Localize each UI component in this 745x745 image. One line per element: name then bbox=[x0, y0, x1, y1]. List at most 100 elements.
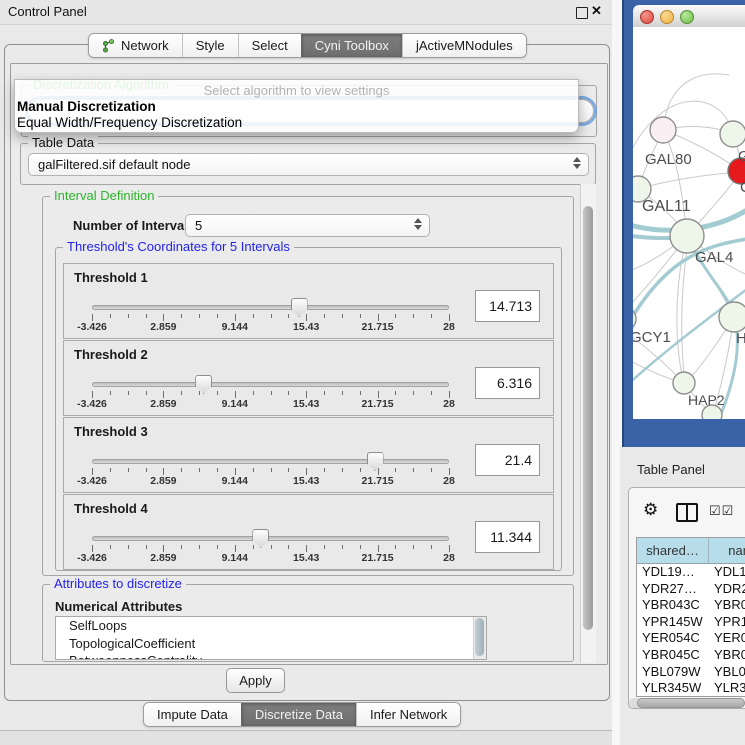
close-traffic-light[interactable] bbox=[640, 10, 654, 24]
number-of-intervals-label: Number of Intervals bbox=[73, 218, 195, 233]
tab-impute-data[interactable]: Impute Data bbox=[144, 703, 241, 726]
table-row[interactable]: YBR043CYBR0 bbox=[637, 597, 745, 614]
threshold-value-input[interactable]: 6.316 bbox=[475, 367, 540, 399]
table-cell[interactable]: YBR045C bbox=[637, 647, 709, 664]
threshold-panel-2: Threshold 2-3.4262.8599.14415.4321.71528… bbox=[63, 340, 554, 416]
settings-scrollbar-thumb[interactable] bbox=[583, 206, 593, 630]
split-columns-icon[interactable] bbox=[676, 503, 698, 522]
table-data-selected-value: galFiltered.sif default node bbox=[38, 157, 190, 172]
minimize-traffic-light[interactable] bbox=[660, 10, 674, 24]
attributes-scrollbar-thumb[interactable] bbox=[475, 618, 484, 656]
attribute-item-betweennesscentrality[interactable]: BetweennessCentrality bbox=[56, 652, 486, 660]
network-node[interactable] bbox=[650, 117, 676, 143]
slider-tick-labels: -3.4262.8599.14415.4321.71528 bbox=[92, 321, 449, 333]
cyni-mode-tabs: Impute Data Discretize DataInfer Network bbox=[143, 702, 461, 727]
table-row[interactable]: YLR345WYLR3 bbox=[637, 680, 745, 697]
threshold-panel-1: Threshold 1 -3.4262.8599.14415.4321.71528… bbox=[63, 263, 554, 339]
combo-arrows-icon bbox=[572, 157, 581, 169]
table-cell[interactable]: YLR345W bbox=[637, 680, 709, 697]
gear-icon[interactable]: ⚙ bbox=[643, 500, 658, 520]
algorithm-option-equal-width[interactable]: Equal Width/Frequency Discretization bbox=[17, 115, 242, 130]
tab-infer-network[interactable]: Infer Network bbox=[356, 703, 460, 726]
threshold-label: Threshold 1 bbox=[74, 270, 148, 285]
table-column-header-name[interactable]: name bbox=[709, 538, 745, 563]
threshold-label: Threshold 4 bbox=[74, 501, 148, 516]
algorithm-placeholder: Select algorithm to view settings bbox=[15, 83, 578, 98]
threshold-value-input[interactable]: 14.713 bbox=[475, 290, 540, 322]
close-icon[interactable]: ✕ bbox=[591, 3, 602, 19]
apply-button[interactable]: Apply bbox=[226, 668, 285, 693]
table-cell[interactable]: YDR2 bbox=[709, 581, 745, 598]
network-tab-icon bbox=[102, 39, 115, 53]
zoom-traffic-light[interactable] bbox=[680, 10, 694, 24]
thresholds-group-label: Threshold's Coordinates for 5 Intervals bbox=[63, 240, 294, 254]
network-node-label: H bbox=[736, 330, 745, 347]
network-node-label: HAP2 bbox=[688, 392, 725, 408]
network-node[interactable] bbox=[720, 121, 745, 147]
slider-tick-labels: -3.4262.8599.14415.4321.71528 bbox=[92, 552, 449, 564]
table-data-combobox[interactable]: galFiltered.sif default node bbox=[28, 153, 589, 176]
tab-label: Impute Data bbox=[157, 707, 228, 722]
window-title: Control Panel bbox=[8, 4, 87, 19]
table-cell[interactable]: YBR0 bbox=[709, 597, 745, 614]
tab-jactivemnodules[interactable]: jActiveMNodules bbox=[402, 34, 526, 57]
table-cell[interactable]: YBL079W bbox=[637, 664, 709, 681]
numerical-attributes-list[interactable]: SelfLoopsTopologicalCoefficientBetweenne… bbox=[55, 616, 487, 660]
table-cell[interactable]: YBR043C bbox=[637, 597, 709, 614]
attributes-group-label: Attributes to discretize bbox=[50, 577, 186, 591]
table-horizontal-scrollbar[interactable] bbox=[629, 698, 745, 708]
tab-label: Select bbox=[252, 38, 288, 53]
table-panel-title: Table Panel bbox=[637, 462, 705, 477]
threshold-slider-track[interactable] bbox=[92, 459, 449, 464]
table-row[interactable]: YBR045CYBR0 bbox=[637, 647, 745, 664]
table-row[interactable]: YDR27…YDR2 bbox=[637, 581, 745, 598]
threshold-value-input[interactable]: 11.344 bbox=[475, 521, 540, 553]
attributes-scrollbar[interactable] bbox=[473, 617, 486, 659]
table-row[interactable]: YBL079WYBL0 bbox=[637, 664, 745, 681]
threshold-panel-3: Threshold 3-3.4262.8599.14415.4321.71528… bbox=[63, 417, 554, 493]
table-cell[interactable]: YDL19… bbox=[637, 564, 709, 581]
table-scrollbar-thumb[interactable] bbox=[637, 698, 745, 708]
table-column-header-shared-[interactable]: shared… bbox=[637, 538, 709, 563]
network-node[interactable] bbox=[673, 372, 695, 394]
tab-select[interactable]: Select bbox=[238, 34, 301, 57]
threshold-slider-track[interactable] bbox=[92, 382, 449, 387]
node-table: shared…name YDL19…YDL1YDR27…YDR2YBR043CY… bbox=[636, 537, 745, 697]
threshold-slider-track[interactable] bbox=[92, 536, 449, 541]
tab-style[interactable]: Style bbox=[182, 34, 238, 57]
tab-cyni-toolbox[interactable]: Cyni Toolbox bbox=[301, 34, 402, 57]
table-row[interactable]: YDL19…YDL1 bbox=[637, 564, 745, 581]
table-cell[interactable]: YDL1 bbox=[709, 564, 745, 581]
table-cell[interactable]: YER0 bbox=[709, 630, 745, 647]
algorithm-dropdown-popup[interactable]: Select algorithm to view settings Manual… bbox=[14, 79, 579, 133]
attribute-item-topologicalcoefficient[interactable]: TopologicalCoefficient bbox=[56, 635, 486, 653]
tab-label: Network bbox=[121, 38, 169, 53]
network-canvas[interactable]: GAL80GCGAL11GAL4GCY1HHAP2 bbox=[633, 27, 745, 419]
table-cell[interactable]: YER054C bbox=[637, 630, 709, 647]
attribute-item-selfloops[interactable]: SelfLoops bbox=[56, 617, 486, 635]
control-panel-window: Control Panel ✕ Network Style Select Cyni T… bbox=[0, 0, 612, 733]
table-cell[interactable]: YBR0 bbox=[709, 647, 745, 664]
table-cell[interactable]: YBL0 bbox=[709, 664, 745, 681]
table-cell[interactable]: YDR27… bbox=[637, 581, 709, 598]
network-node[interactable] bbox=[670, 219, 704, 253]
table-header-row: shared…name bbox=[637, 538, 745, 564]
control-panel-tabs: Network Style Select Cyni Toolbox jActiveMNo… bbox=[88, 33, 527, 58]
tab-network[interactable]: Network bbox=[89, 34, 182, 57]
float-window-icon[interactable] bbox=[576, 7, 588, 19]
table-row[interactable]: YER054CYER0 bbox=[637, 630, 745, 647]
threshold-value-input[interactable]: 21.4 bbox=[475, 444, 540, 476]
table-cell[interactable]: YLR3 bbox=[709, 680, 745, 697]
algorithm-option-manual[interactable]: Manual Discretization bbox=[17, 99, 156, 114]
column-checkboxes-icon[interactable]: ☑☑ bbox=[709, 503, 734, 519]
network-node[interactable] bbox=[719, 302, 745, 332]
settings-vertical-scrollbar[interactable] bbox=[580, 184, 596, 663]
tab-discretize-data[interactable]: Discretize Data bbox=[241, 703, 356, 726]
tab-label: Cyni Toolbox bbox=[315, 38, 389, 53]
table-row[interactable]: YPR145WYPR1 bbox=[637, 614, 745, 631]
number-of-intervals-combobox[interactable]: 5 bbox=[185, 214, 430, 237]
table-cell[interactable]: YPR145W bbox=[637, 614, 709, 631]
table-cell[interactable]: YPR1 bbox=[709, 614, 745, 631]
table-data-group-label: Table Data bbox=[28, 136, 98, 150]
threshold-slider-track[interactable] bbox=[92, 305, 449, 310]
